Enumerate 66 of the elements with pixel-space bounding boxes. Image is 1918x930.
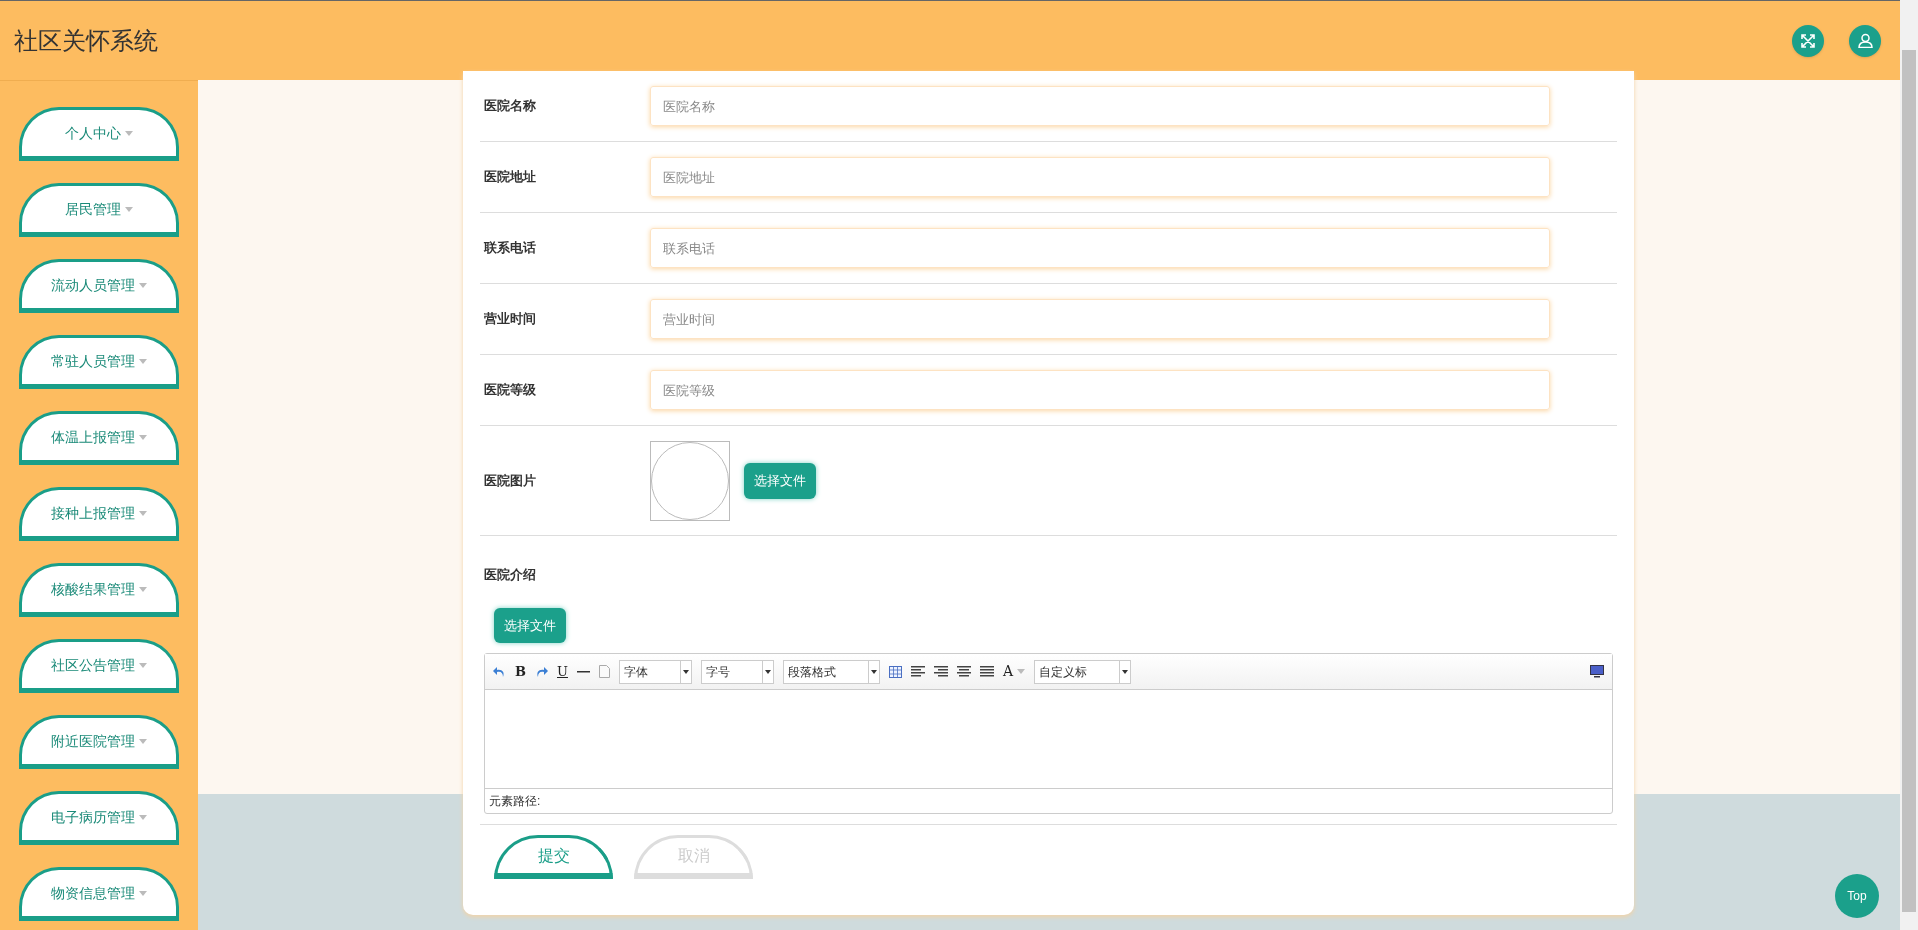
sidebar-menu-item[interactable]: 电子病历管理 (19, 791, 179, 845)
element-path-label: 元素路径: (489, 793, 541, 810)
text-input[interactable]: 医院名称 (650, 86, 1550, 126)
fullscreen-button[interactable] (1792, 24, 1824, 57)
caret-icon (139, 510, 147, 516)
scrollbar[interactable] (1900, 0, 1918, 930)
field-label: 医院图片 (483, 471, 537, 490)
sidebar-menu-item[interactable]: 个人中心 (19, 107, 179, 161)
caret-icon (682, 669, 689, 674)
align-center-icon[interactable] (956, 666, 971, 677)
sidebar-menu-item[interactable]: 常驻人员管理 (19, 335, 179, 389)
field-label: 联系电话 (483, 239, 537, 258)
text-input[interactable]: 营业时间 (650, 299, 1550, 339)
caret-icon (139, 586, 147, 592)
sidebar-menu-item[interactable]: 社区公告管理 (19, 639, 179, 693)
caret-icon (139, 814, 147, 820)
justify-icon[interactable] (979, 666, 994, 677)
choose-file-button[interactable]: 选择文件 (494, 608, 566, 643)
caret-icon (125, 206, 133, 212)
back-to-top-button[interactable]: Top (1835, 874, 1879, 918)
toolbar-select[interactable]: 自定义标 (1034, 659, 1132, 684)
field-label: 医院等级 (483, 381, 537, 400)
bold-button[interactable]: B (515, 661, 526, 682)
sidebar-menu-item[interactable]: 接种上报管理 (19, 487, 179, 541)
toolbar-select[interactable]: 字号 (700, 659, 774, 684)
field-label: 医院名称 (483, 97, 537, 116)
user-button[interactable] (1849, 24, 1881, 57)
font-color-button[interactable]: A (1002, 661, 1026, 682)
sidebar-menu-item[interactable]: 居民管理 (19, 183, 179, 237)
field-label: 营业时间 (483, 310, 537, 329)
caret-icon (139, 662, 147, 668)
sidebar-menu-item[interactable]: 体温上报管理 (19, 411, 179, 465)
monitor-icon[interactable] (1590, 665, 1604, 678)
submit-button[interactable]: 提交 (494, 835, 613, 879)
choose-file-button[interactable]: 选择文件 (744, 462, 816, 499)
caret-icon (139, 890, 147, 896)
toolbar-select[interactable]: 字体 (618, 659, 692, 684)
app-title: 社区关怀系统 (14, 25, 158, 56)
text-input[interactable]: 医院等级 (650, 370, 1550, 410)
underline-button[interactable]: U (557, 661, 568, 682)
table-icon[interactable] (888, 665, 902, 678)
align-right-icon[interactable] (933, 666, 948, 677)
sidebar-menu-item[interactable]: 物资信息管理 (19, 867, 179, 921)
caret-icon (139, 434, 147, 440)
sidebar-menu-item[interactable]: 核酸结果管理 (19, 563, 179, 617)
text-input[interactable]: 联系电话 (650, 228, 1550, 268)
field-label: 医院地址 (483, 168, 537, 187)
toolbar-select[interactable]: 段落格式 (782, 659, 880, 684)
align-left-icon[interactable] (910, 666, 925, 677)
caret-icon (139, 358, 147, 364)
caret-icon (139, 282, 147, 288)
text-input[interactable]: 医院地址 (650, 157, 1550, 197)
user-icon (1857, 33, 1873, 48)
undo-icon[interactable] (493, 665, 506, 678)
caret-icon (1017, 669, 1026, 674)
caret-icon (764, 669, 771, 674)
caret-icon (125, 130, 133, 136)
redo-icon[interactable] (535, 665, 548, 678)
fullscreen-icon (1801, 33, 1815, 48)
sidebar-menu-item[interactable]: 附近医院管理 (19, 715, 179, 769)
caret-icon (1122, 669, 1129, 674)
sidebar-menu-item[interactable]: 流动人员管理 (19, 259, 179, 313)
field-label: 医院介绍 (484, 567, 536, 582)
horizontal-rule-icon[interactable] (576, 670, 590, 673)
caret-icon (870, 669, 877, 674)
caret-icon (139, 738, 147, 744)
